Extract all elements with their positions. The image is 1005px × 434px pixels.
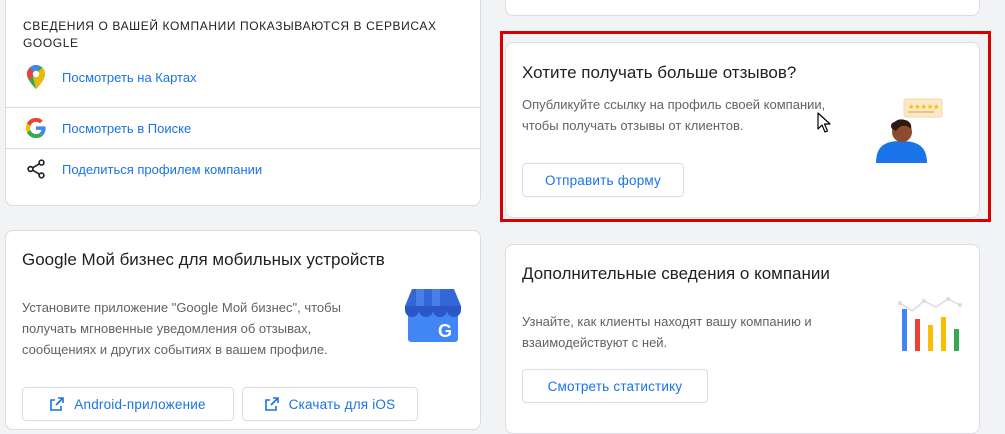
view-in-search-link[interactable]: Посмотреть в Поиске [6,108,480,148]
view-statistics-button[interactable]: Смотреть статистику [522,369,708,403]
send-form-button[interactable]: Отправить форму [522,163,684,197]
share-profile-link[interactable]: Поделиться профилем компании [6,149,480,189]
info-title: Дополнительные сведения о компании [522,264,830,283]
view-on-maps-label: Посмотреть на Картах [62,69,197,85]
mobile-description-line-2: получать мгновенные уведомления об отзыв… [22,321,312,336]
ios-download-button[interactable]: Скачать для iOS [242,387,418,421]
bar-chart-illustration [898,297,962,351]
ios-download-label: Скачать для iOS [288,396,396,412]
svg-text:★★★★★: ★★★★★ [908,103,939,111]
reviews-description-line-1: Опубликуйте ссылку на профиль своей комп… [522,97,826,112]
google-g-icon [23,115,49,141]
view-in-search-label: Посмотреть в Поиске [62,120,192,136]
google-my-business-store-icon: G [405,289,461,342]
mobile-app-card: Google Мой бизнес для мобильных устройст… [5,230,481,430]
google-maps-pin-icon [23,64,49,90]
external-link-icon [264,397,279,411]
reviews-description-line-2: чтобы получать отзывы от клиентов. [522,118,744,133]
google-services-caption: Сведения о вашей компании показываются в… [23,19,437,50]
mobile-title: Google Мой бизнес для мобильных устройст… [22,250,385,269]
android-app-label: Android-приложение [74,396,206,412]
share-icon [23,156,49,182]
android-app-button[interactable]: Android-приложение [22,387,234,421]
business-info-card: Дополнительные сведения о компании Узнай… [505,244,980,434]
reviews-card: Хотите получать больше отзывов? Опублику… [505,42,980,218]
mobile-description-line-1: Установите приложение "Google Мой бизнес… [22,300,341,315]
mouse-cursor-icon [817,112,831,133]
view-on-maps-link[interactable]: Посмотреть на Картах [6,57,480,97]
svg-text:G: G [438,321,452,341]
external-link-icon [50,397,65,411]
previous-card [505,0,980,16]
person-review-illustration: ★★★★★ [876,98,943,163]
share-profile-label: Поделиться профилем компании [62,161,263,177]
info-description-line-1: Узнайте, как клиенты находят вашу компан… [522,314,812,329]
mobile-description-line-3: сообщениях и других событиях в вашем про… [22,342,328,357]
reviews-title: Хотите получать больше отзывов? [522,63,797,82]
info-description-line-2: взаимодействуют с ней. [522,335,668,350]
google-services-card: Сведения о вашей компании показываются в… [5,0,481,206]
